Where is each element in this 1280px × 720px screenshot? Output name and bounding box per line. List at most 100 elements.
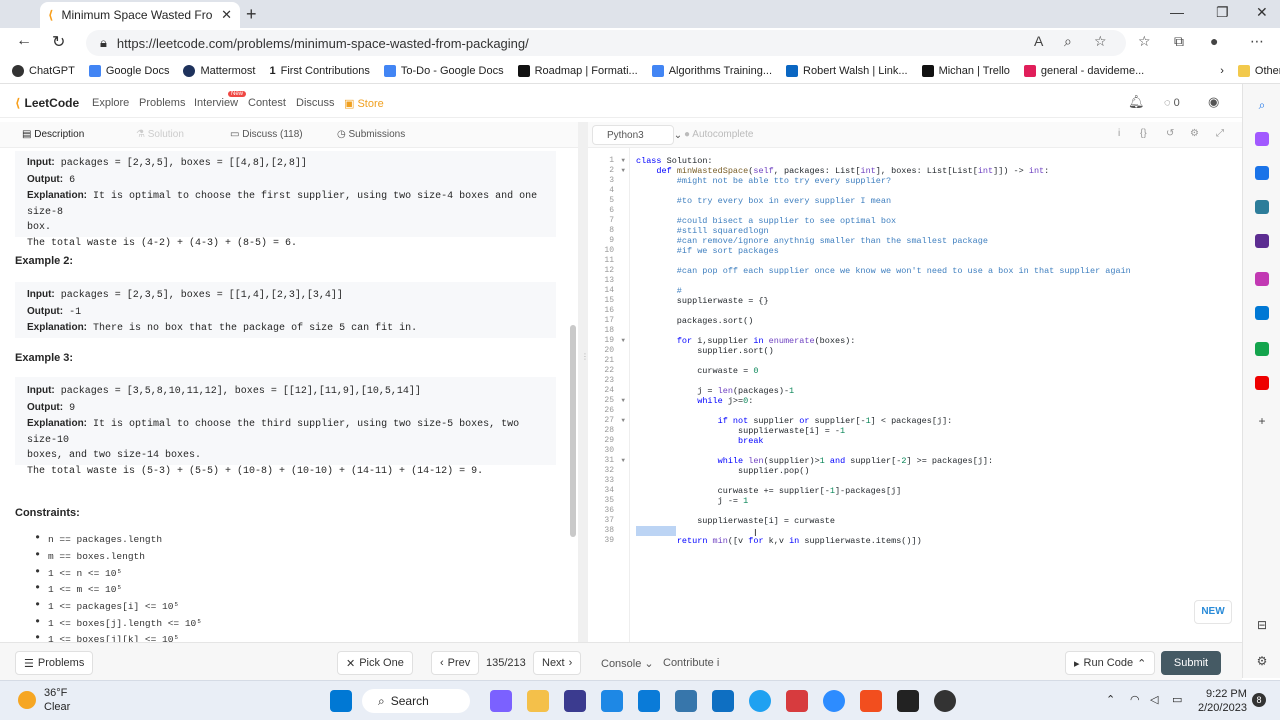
next-button[interactable]: Next ›	[533, 651, 582, 675]
close-window-button[interactable]: ✕	[1256, 4, 1268, 21]
read-aloud-icon[interactable]: A	[1034, 33, 1043, 49]
visual-studio-icon[interactable]	[564, 690, 586, 712]
bookmark-roadmap[interactable]: Roadmap | Formati...	[517, 64, 638, 77]
profile-icon[interactable]: ●	[1210, 33, 1218, 49]
language-select[interactable]: Python3 ⌄	[592, 125, 682, 145]
more-icon[interactable]: ⋯	[1250, 33, 1264, 50]
games-icon[interactable]	[1255, 234, 1269, 248]
fullscreen-icon[interactable]: ⤢	[1216, 128, 1224, 139]
prev-button[interactable]: ‹ Prev	[431, 651, 480, 675]
weather-widget[interactable]: 36°F Clear	[18, 686, 70, 714]
reset-icon[interactable]: ↺	[1166, 128, 1174, 139]
obs-icon[interactable]	[934, 690, 956, 712]
browser-tab[interactable]: ⟨ Minimum Space Wasted From Pa ✕	[40, 2, 240, 28]
fold-arrow-icon[interactable]: ▼	[621, 456, 625, 466]
run-code-button[interactable]: ▸ Run Code ⌃	[1065, 651, 1156, 675]
contribute-link[interactable]: Contribute i	[663, 657, 719, 669]
minimize-button[interactable]: —	[1170, 4, 1184, 20]
speaker-muted-icon[interactable]: ◁	[1150, 693, 1158, 706]
mail-icon[interactable]	[601, 690, 623, 712]
address-bar[interactable]: 🔒︎ https://leetcode.com/problems/minimum…	[86, 30, 1126, 56]
console-toggle[interactable]: Console ⌄	[601, 657, 654, 670]
bookmark-algorithms[interactable]: Algorithms Training...	[651, 64, 772, 77]
nav-explore[interactable]: Explore	[92, 97, 129, 109]
add-icon[interactable]: +	[1255, 414, 1269, 428]
fold-arrow-icon[interactable]: ▼	[621, 156, 625, 166]
avatar[interactable]: ◉	[1208, 94, 1219, 110]
bookmark-slack[interactable]: general - davideme...	[1023, 64, 1144, 77]
close-tab-icon[interactable]: ✕	[221, 7, 232, 23]
tab-solution[interactable]: ⚗ Solution	[136, 129, 184, 140]
shopping-icon[interactable]	[1255, 166, 1269, 180]
favorites-icon[interactable]: ☆	[1138, 33, 1151, 50]
bookmarks-overflow-icon[interactable]: ›	[1220, 65, 1224, 77]
zoom-icon[interactable]	[823, 690, 845, 712]
autocomplete-toggle[interactable]: ● Autocomplete	[684, 129, 753, 140]
tools-icon[interactable]	[1255, 200, 1269, 214]
clock[interactable]: 9:22 PM 2/20/2023	[1198, 687, 1247, 715]
bookmark-first-contributions[interactable]: 1 First Contributions	[269, 65, 369, 77]
anydesk-icon[interactable]	[786, 690, 808, 712]
bookmark-todo[interactable]: To-Do - Google Docs	[383, 64, 504, 77]
nav-store[interactable]: ▣ Store	[344, 97, 384, 110]
favorite-star-icon[interactable]: ☆	[1094, 33, 1107, 50]
leetcode-logo[interactable]: ⟨ LeetCode	[15, 96, 79, 110]
bookmark-mattermost[interactable]: Mattermost	[183, 64, 255, 77]
notification-badge[interactable]: 8	[1252, 693, 1266, 707]
description-scrollbar[interactable]	[570, 325, 576, 537]
sidebar-toggle-icon[interactable]: ⊟	[1255, 618, 1269, 632]
collections-icon[interactable]: ⧉	[1174, 33, 1184, 50]
coins[interactable]: ◌ 0	[1164, 97, 1180, 109]
tree-icon[interactable]	[1255, 342, 1269, 356]
tab-submissions[interactable]: ◷ Submissions	[337, 129, 405, 140]
youtube-icon[interactable]	[1255, 376, 1269, 390]
new-tab-button[interactable]: +	[246, 4, 257, 25]
fold-arrow-icon[interactable]: ▼	[621, 336, 625, 346]
python-icon[interactable]	[675, 690, 697, 712]
taskbar-search[interactable]: ⌕ Search	[362, 689, 470, 713]
edge-icon[interactable]	[749, 690, 771, 712]
info-icon[interactable]: i	[1118, 128, 1120, 139]
code-content[interactable]: class Solution: def minWastedSpace(self,…	[636, 156, 1131, 546]
copilot-icon[interactable]	[1255, 132, 1269, 146]
settings-icon[interactable]: ⚙	[1255, 654, 1269, 668]
back-icon[interactable]: ←	[16, 32, 32, 50]
code-editor[interactable]: 1 ▼ 2 ▼ 3 4 5 6 7 8 9 10 11 12 13 14 15 16 17 18 19 ▼ 20 21 22 23…	[588, 148, 1242, 642]
settings-icon[interactable]: ⚙	[1190, 128, 1199, 139]
chevron-up-icon[interactable]: ⌃	[1106, 693, 1115, 706]
tab-description[interactable]: ▤ Description	[22, 129, 84, 140]
battery-icon[interactable]: ▭	[1172, 693, 1182, 706]
code-braces-icon[interactable]: {}	[1140, 128, 1147, 139]
bookmark-other-favorites[interactable]: Other favorites	[1237, 64, 1280, 77]
zoom-icon[interactable]: ⌕	[1064, 33, 1072, 50]
start-icon[interactable]	[330, 690, 352, 712]
fold-arrow-icon[interactable]: ▼	[621, 396, 625, 406]
bookmark-google-docs[interactable]: Google Docs	[88, 64, 169, 77]
fold-arrow-icon[interactable]: ▼	[621, 416, 625, 426]
maximize-button[interactable]: ❐	[1216, 4, 1229, 21]
submit-button[interactable]: Submit	[1161, 651, 1221, 675]
office-icon[interactable]	[1255, 272, 1269, 286]
search-icon[interactable]: ⌕	[1255, 98, 1269, 112]
git-icon[interactable]	[860, 690, 882, 712]
pick-one-button[interactable]: ✕ Pick One	[337, 651, 413, 675]
panel-splitter[interactable]: ⋮	[578, 122, 589, 642]
wifi-icon[interactable]: ◠	[1130, 693, 1140, 706]
bookmark-chatgpt[interactable]: ChatGPT	[12, 64, 75, 77]
nav-interview[interactable]: Interview	[194, 97, 238, 109]
chat-icon[interactable]	[490, 690, 512, 712]
problems-button[interactable]: ☰ Problems	[15, 651, 94, 675]
terminal-icon[interactable]	[897, 690, 919, 712]
file-explorer-icon[interactable]	[527, 690, 549, 712]
nav-contest[interactable]: Contest	[248, 97, 286, 109]
bookmark-trello[interactable]: Michan | Trello	[921, 64, 1010, 77]
new-feature-pill[interactable]: NEW	[1194, 600, 1232, 624]
refresh-icon[interactable]: ↻	[52, 32, 65, 52]
nav-problems[interactable]: Problems	[139, 97, 185, 109]
nav-discuss[interactable]: Discuss	[296, 97, 335, 109]
outlook-icon[interactable]	[638, 690, 660, 712]
bell-icon[interactable]: 🔔︎	[1128, 94, 1145, 110]
vscode-icon[interactable]	[712, 690, 734, 712]
tab-discuss[interactable]: ▭ Discuss (118)	[230, 129, 303, 140]
bookmark-linkedin[interactable]: Robert Walsh | Link...	[786, 64, 908, 77]
